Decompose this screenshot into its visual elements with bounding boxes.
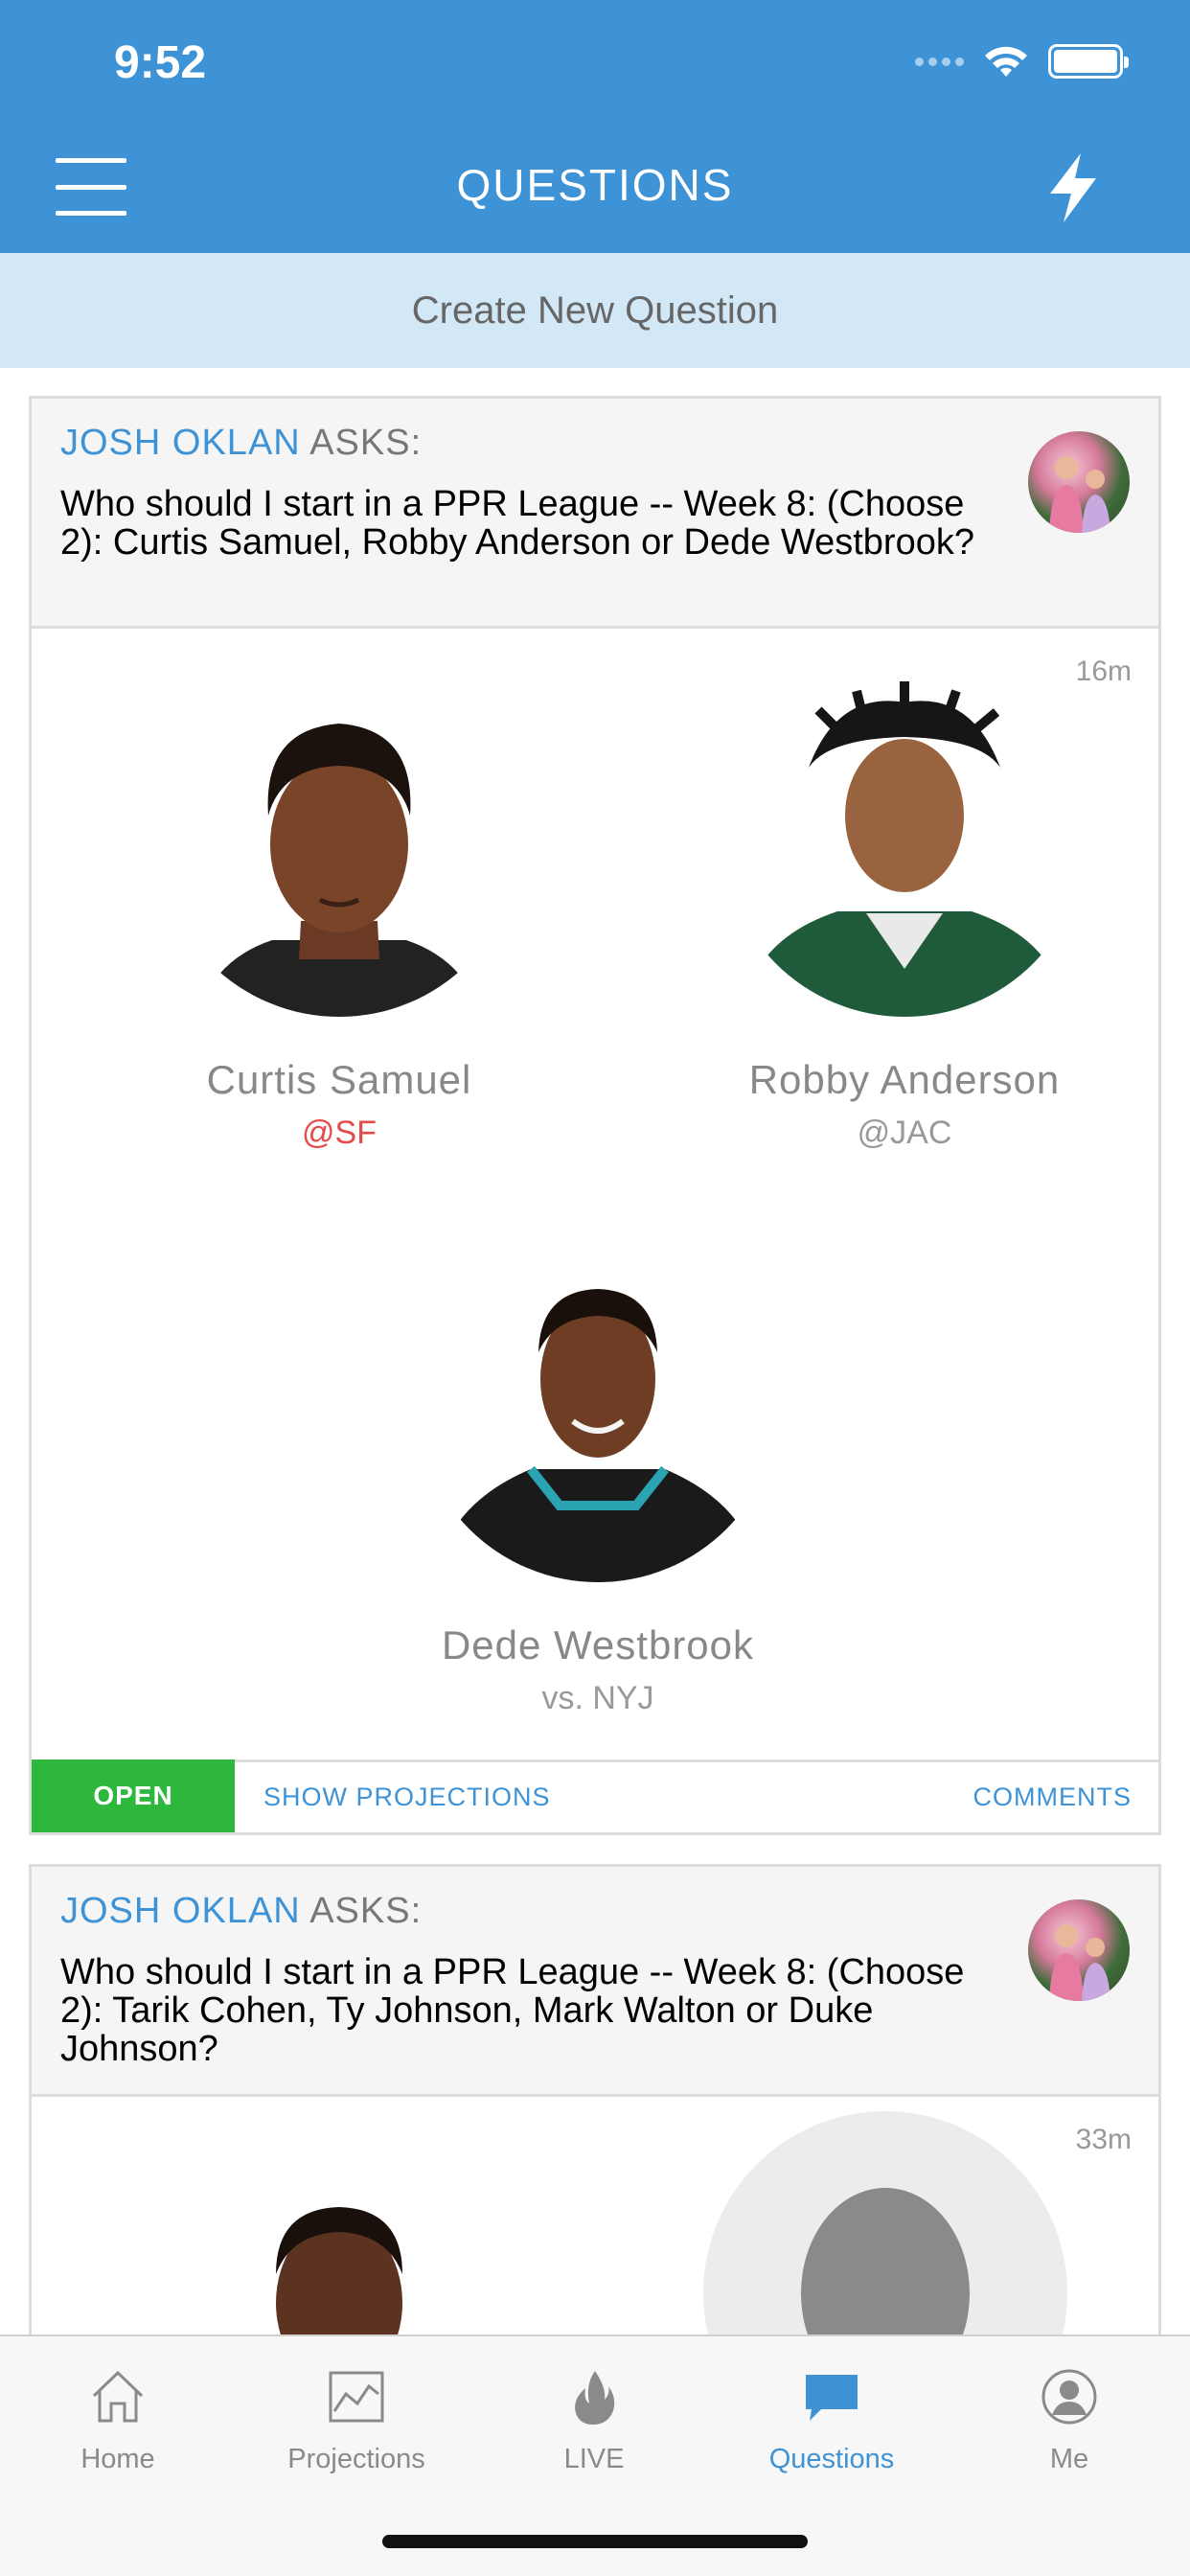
question-card: JOSH OKLAN ASKS: Who should I start in a… (29, 396, 1161, 1835)
player-option[interactable]: Dede Westbrook vs. NYJ (406, 1218, 790, 1717)
player-photo (157, 653, 521, 1017)
avatar[interactable] (1028, 431, 1130, 533)
player-name: Curtis Samuel (206, 1057, 472, 1102)
player-photo (722, 653, 1087, 1017)
status-icons (915, 42, 1129, 80)
tab-label: Questions (768, 2444, 895, 2474)
question-header: JOSH OKLAN ASKS: Who should I start in a… (32, 399, 1158, 629)
asker-name[interactable]: JOSH OKLAN (60, 1891, 301, 1931)
tab-home[interactable]: Home (22, 2365, 214, 2475)
lightning-bolt-icon[interactable] (1042, 151, 1104, 224)
page-title: QUESTIONS (456, 160, 734, 210)
player-opponent: vs. NYJ (541, 1680, 654, 1716)
chat-bubble-icon (806, 2375, 858, 2421)
player-photo (416, 1218, 780, 1582)
chart-icon (329, 2371, 384, 2423)
tab-label: LIVE (563, 2444, 625, 2474)
status-badge: OPEN (32, 1760, 235, 1832)
tab-me[interactable]: Me (973, 2365, 1165, 2475)
question-footer: OPEN SHOW PROJECTIONS COMMENTS (32, 1760, 1158, 1832)
asker-line: JOSH OKLAN ASKS: (60, 1891, 1130, 1932)
tab-projections[interactable]: Projections (261, 2365, 452, 2475)
player-option[interactable]: Robby Anderson @JAC (713, 653, 1096, 1152)
asks-label: ASKS: (309, 1891, 423, 1931)
comments-link[interactable]: COMMENTS (973, 1782, 1133, 1812)
player-name: Dede Westbrook (441, 1622, 755, 1668)
status-time: 9:52 (114, 37, 207, 88)
tab-live[interactable]: LIVE (498, 2365, 690, 2475)
profile-icon (1041, 2369, 1097, 2425)
question-text: Who should I start in a PPR League -- We… (60, 1952, 965, 2069)
tab-questions[interactable]: Questions (736, 2365, 927, 2475)
player-name: Robby Anderson (748, 1057, 1061, 1102)
app-header: 9:52 QUESTIONS (0, 0, 1190, 253)
cellular-signal-icon (915, 57, 964, 66)
tab-label: Home (80, 2444, 155, 2474)
flame-icon (575, 2371, 615, 2425)
player-opponent: @JAC (857, 1115, 952, 1151)
create-question-button[interactable]: Create New Question (0, 253, 1190, 368)
tab-label: Me (1049, 2444, 1089, 2474)
wifi-icon (985, 46, 1027, 77)
asker-name[interactable]: JOSH OKLAN (60, 423, 301, 463)
question-header: JOSH OKLAN ASKS: Who should I start in a… (32, 1867, 1158, 2097)
tab-label: Projections (287, 2444, 425, 2474)
asks-label: ASKS: (309, 423, 423, 463)
show-projections-link[interactable]: SHOW PROJECTIONS (263, 1782, 551, 1812)
battery-icon (1048, 44, 1129, 79)
player-opponent: @SF (302, 1115, 377, 1151)
home-indicator[interactable] (382, 2535, 808, 2548)
home-icon (92, 2370, 144, 2423)
player-option[interactable]: Curtis Samuel @SF (148, 653, 531, 1152)
time-ago: 33m (1075, 2124, 1132, 2155)
avatar[interactable] (1028, 1899, 1130, 2001)
question-text: Who should I start in a PPR League -- We… (60, 484, 974, 563)
asker-line: JOSH OKLAN ASKS: (60, 423, 1130, 464)
